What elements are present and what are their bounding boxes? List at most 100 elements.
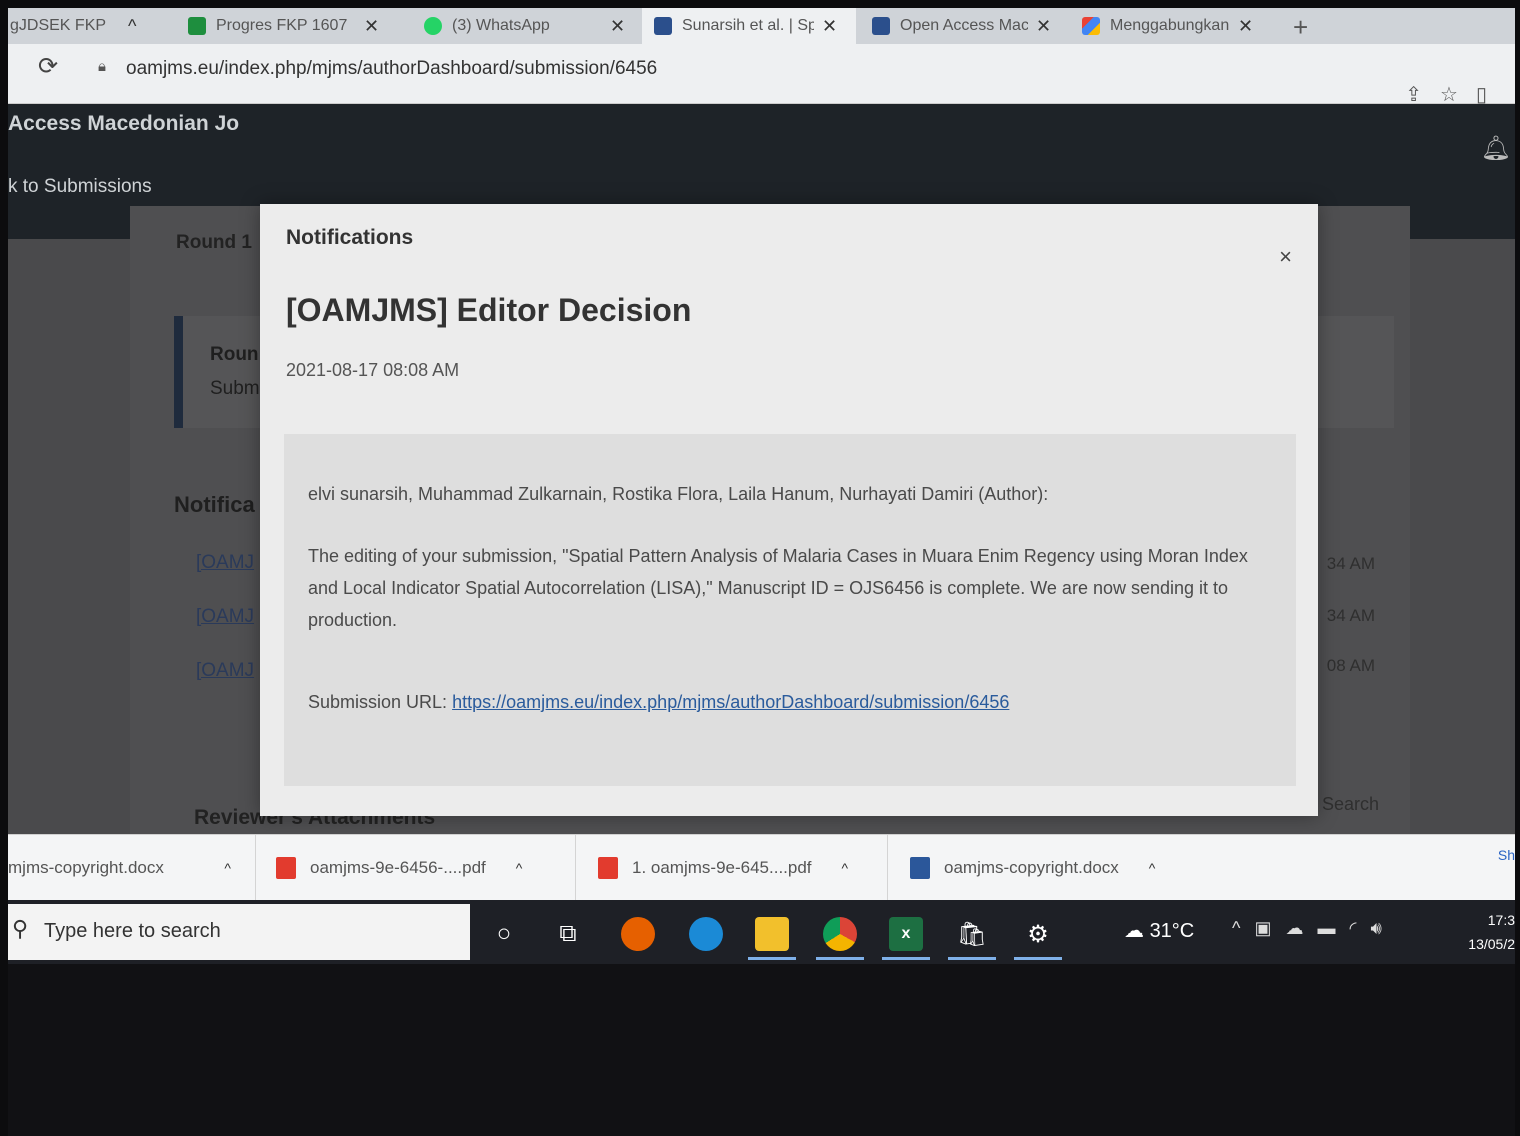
search-label: Search	[1321, 794, 1379, 814]
notification-modal: Notifications × [OAMJMS] Editor Decision…	[260, 204, 1318, 816]
message-text: The editing of your submission, "Spatial…	[308, 546, 1248, 630]
notification-date: 2021-08-17 08:08 AM	[286, 360, 460, 380]
close-icon[interactable]: ✕	[364, 16, 379, 37]
notification-link[interactable]: [OAMJ	[196, 660, 254, 682]
microsoft-store-icon[interactable]: 🛍︎	[946, 908, 998, 960]
battery-icon[interactable]: ▬	[1317, 918, 1349, 938]
download-item[interactable]: oamjms-copyright.docx ^	[890, 835, 1200, 901]
sheets-icon	[188, 17, 206, 35]
tab-label: gJDSEK FKP	[10, 17, 107, 34]
edge-icon[interactable]	[680, 908, 732, 960]
close-icon[interactable]: ✕	[1238, 16, 1253, 37]
share-icon[interactable]: ⇪	[1405, 84, 1440, 106]
submission-url-label: Submission URL:	[308, 692, 448, 712]
taskbar-search-input[interactable]: Type here to search	[44, 920, 221, 943]
chevron-up-icon: ^	[128, 15, 137, 36]
onedrive-icon[interactable]: ☁	[1285, 918, 1317, 938]
download-item[interactable]: oamjms-9e-6456-....pdf ^	[256, 835, 576, 901]
tab-progres[interactable]: Progres FKP 1607 ✕	[176, 8, 404, 44]
tab-label: (3) WhatsApp	[452, 17, 550, 34]
firefox-icon[interactable]	[612, 908, 664, 960]
download-filename: mjms-copyright.docx	[8, 858, 164, 877]
download-filename: oamjms-copyright.docx	[944, 858, 1119, 877]
screen: gJDSEK FKP ^ Progres FKP 1607 ✕ (3) What…	[8, 8, 1515, 1136]
tab-whatsapp[interactable]: (3) WhatsApp ✕	[412, 8, 640, 44]
weather-widget[interactable]: ☁ 31°C	[1124, 918, 1194, 943]
tab-gjdsek[interactable]: gJDSEK FKP ^	[8, 8, 168, 44]
recipients-line: elvi sunarsih, Muhammad Zulkarnain, Rost…	[308, 484, 1049, 504]
taskbar-search-box[interactable]: ⚲ Type here to search	[8, 904, 470, 960]
clock-time: 17:3	[1487, 912, 1515, 928]
notification-time: 34 AM	[1326, 606, 1375, 625]
lock-icon[interactable]: 🔒︎	[98, 58, 106, 75]
modal-title: [OAMJMS] Editor Decision	[286, 292, 692, 328]
submission-url-link[interactable]: https://oamjms.eu/index.php/mjms/authorD…	[452, 692, 1009, 712]
whatsapp-icon	[424, 17, 442, 35]
temperature: 31°C	[1149, 920, 1195, 942]
chrome-icon[interactable]	[814, 908, 866, 960]
pdf-file-icon	[276, 857, 296, 879]
download-item[interactable]: mjms-copyright.docx ^	[8, 835, 256, 901]
round-tab[interactable]: Round 1	[176, 232, 252, 254]
close-icon[interactable]: ✕	[1036, 16, 1051, 37]
bell-icon[interactable]: 🔔︎	[1481, 134, 1511, 163]
download-item[interactable]: 1. oamjms-9e-645....pdf ^	[578, 835, 888, 901]
settings-gear-icon[interactable]: ⚙	[1012, 908, 1064, 960]
downloads-bar: mjms-copyright.docx ^ oamjms-9e-6456-...…	[8, 834, 1515, 901]
page-content: Access Macedonian Jo k to Submissions 🔔︎…	[8, 104, 1515, 834]
meet-icon[interactable]: ▣	[1254, 918, 1285, 938]
submission-url-row: Submission URL: https://oamjms.eu/index.…	[308, 692, 1009, 713]
tab-sunarsih[interactable]: Sunarsih et al. | Sp ✕	[642, 8, 856, 44]
notification-time: 34 AM	[1326, 554, 1375, 573]
chevron-up-icon[interactable]: ^	[224, 860, 231, 876]
cloud-icon: ☁	[1124, 920, 1150, 942]
notification-time: 08 AM	[1326, 656, 1375, 675]
tab-label: Sunarsih et al. | Sp	[682, 17, 814, 34]
download-filename: 1. oamjms-9e-645....pdf	[632, 858, 812, 877]
tab-label: Open Access Mac	[900, 17, 1028, 34]
address-bar: ⟳ 🔒︎ oamjms.eu/index.php/mjms/authorDash…	[8, 44, 1515, 106]
round-status-title: Roun	[210, 344, 259, 365]
close-icon[interactable]: ✕	[610, 16, 625, 37]
journal-title[interactable]: Access Macedonian Jo	[8, 112, 239, 136]
reload-icon[interactable]: ⟳	[38, 52, 58, 81]
download-filename: oamjms-9e-6456-....pdf	[310, 858, 486, 877]
back-to-submissions-link[interactable]: k to Submissions	[8, 176, 152, 198]
cortana-icon[interactable]: ○	[478, 908, 530, 960]
journal-favicon-icon	[872, 17, 890, 35]
star-icon[interactable]: ☆	[1440, 84, 1476, 106]
task-view-icon[interactable]: ⧉	[542, 908, 594, 960]
tab-menggabungkan[interactable]: Menggabungkan F ✕	[1070, 8, 1278, 44]
chevron-up-icon[interactable]: ^	[1149, 860, 1156, 876]
close-icon[interactable]: ✕	[822, 16, 837, 37]
chevron-up-icon[interactable]: ^	[516, 860, 523, 876]
journal-favicon-icon	[654, 17, 672, 35]
new-tab-button[interactable]: +	[1293, 12, 1308, 43]
tab-open-access[interactable]: Open Access Mac ✕	[860, 8, 1068, 44]
close-button[interactable]: ×	[1279, 244, 1292, 270]
chevron-up-icon[interactable]: ^	[842, 860, 849, 876]
tab-label: Menggabungkan F	[1110, 17, 1230, 34]
browser-tab-bar: gJDSEK FKP ^ Progres FKP 1607 ✕ (3) What…	[8, 8, 1515, 44]
modal-header-label: Notifications	[286, 226, 414, 249]
wifi-icon[interactable]: ◜	[1349, 918, 1370, 938]
notification-link[interactable]: [OAMJ	[196, 606, 254, 628]
clock[interactable]: 17:3 13/05/2	[1468, 908, 1515, 956]
search-icon: ⚲	[12, 916, 29, 941]
tab-label: Progres FKP 1607	[216, 17, 348, 34]
taskbar: ⚲ Type here to search ○ ⧉ x 🛍︎ ⚙ ☁ 31°C …	[8, 900, 1515, 964]
show-all-downloads-link[interactable]: Sh	[1498, 847, 1515, 863]
round-status-subtitle: Subm	[210, 378, 260, 399]
system-tray: ^▣☁▬◜🔊︎	[1232, 918, 1396, 939]
chevron-up-icon[interactable]: ^	[1232, 918, 1254, 938]
notification-link[interactable]: [OAMJ	[196, 552, 254, 574]
volume-icon[interactable]: 🔊︎	[1370, 918, 1395, 938]
pdf-file-icon	[598, 857, 618, 879]
monitor-bezel	[8, 964, 1515, 1136]
word-file-icon	[910, 857, 930, 879]
multicolor-favicon-icon	[1082, 17, 1100, 35]
file-explorer-icon[interactable]	[746, 908, 798, 960]
url-field[interactable]: oamjms.eu/index.php/mjms/authorDashboard…	[126, 58, 657, 80]
excel-icon[interactable]: x	[880, 908, 932, 960]
sidebar-icon[interactable]: ▯	[1476, 84, 1505, 106]
